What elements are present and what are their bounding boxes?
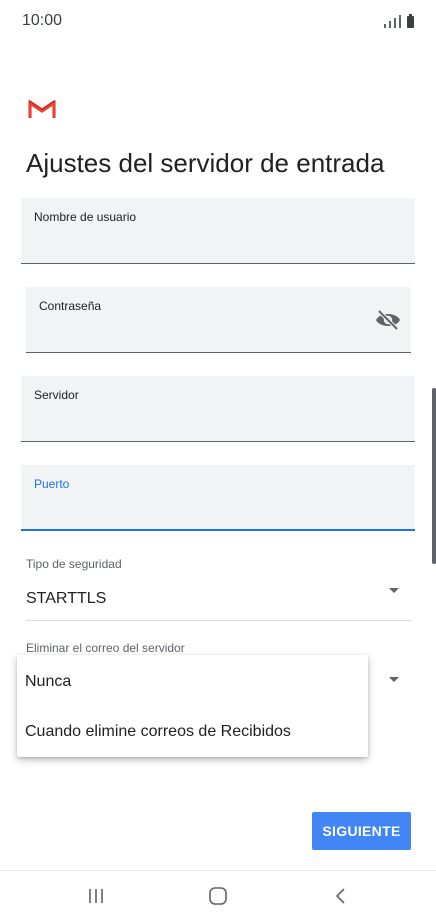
delete-options-dropdown: Nunca Cuando elimine correos de Recibido…: [17, 655, 368, 757]
next-button[interactable]: SIGUIENTE: [312, 812, 411, 850]
scrollbar[interactable]: [432, 388, 436, 564]
back-button[interactable]: [321, 881, 361, 911]
signal-icon: [384, 24, 386, 28]
eye-off-icon[interactable]: [375, 309, 401, 331]
server-input[interactable]: [34, 416, 402, 435]
battery-icon: [407, 14, 414, 28]
recents-icon: [89, 889, 103, 903]
option-never[interactable]: Nunca: [25, 659, 360, 705]
signal-bar: [399, 15, 401, 28]
security-underline: [26, 620, 413, 621]
delete-from-server-label: Eliminar el correo del servidor: [26, 641, 185, 655]
recents-button[interactable]: [76, 881, 116, 911]
password-label: Contraseña: [39, 299, 102, 313]
home-icon: [209, 887, 227, 905]
home-button[interactable]: [198, 881, 238, 911]
status-time: 10:00: [22, 12, 63, 29]
option-when-deleted-from-inbox[interactable]: Cuando elimine correos de Recibidos: [25, 709, 360, 755]
security-type-label: Tipo de seguridad: [26, 557, 122, 571]
port-input[interactable]: [34, 504, 402, 523]
signal-bar: [394, 18, 396, 28]
server-field[interactable]: Servidor: [21, 376, 415, 442]
security-type-value[interactable]: STARTTLS: [26, 590, 106, 608]
username-field[interactable]: Nombre de usuario: [21, 198, 415, 264]
password-input[interactable]: [39, 327, 363, 346]
navigation-bar: [0, 871, 436, 920]
screen: 10:00 Ajustes del servidor de entrada No…: [0, 0, 436, 920]
page-title: Ajustes del servidor de entrada: [26, 148, 385, 178]
chevron-down-icon[interactable]: [389, 677, 399, 682]
signal-bar: [389, 21, 391, 28]
username-label: Nombre de usuario: [34, 210, 137, 224]
back-icon: [335, 888, 345, 904]
port-field[interactable]: Puerto: [21, 465, 415, 531]
gmail-logo: [28, 99, 56, 118]
chevron-down-icon[interactable]: [389, 588, 399, 593]
username-input[interactable]: [34, 238, 402, 257]
server-label: Servidor: [34, 388, 79, 402]
password-field[interactable]: Contraseña: [26, 287, 411, 353]
port-label: Puerto: [34, 477, 70, 491]
status-icons: [384, 12, 414, 28]
